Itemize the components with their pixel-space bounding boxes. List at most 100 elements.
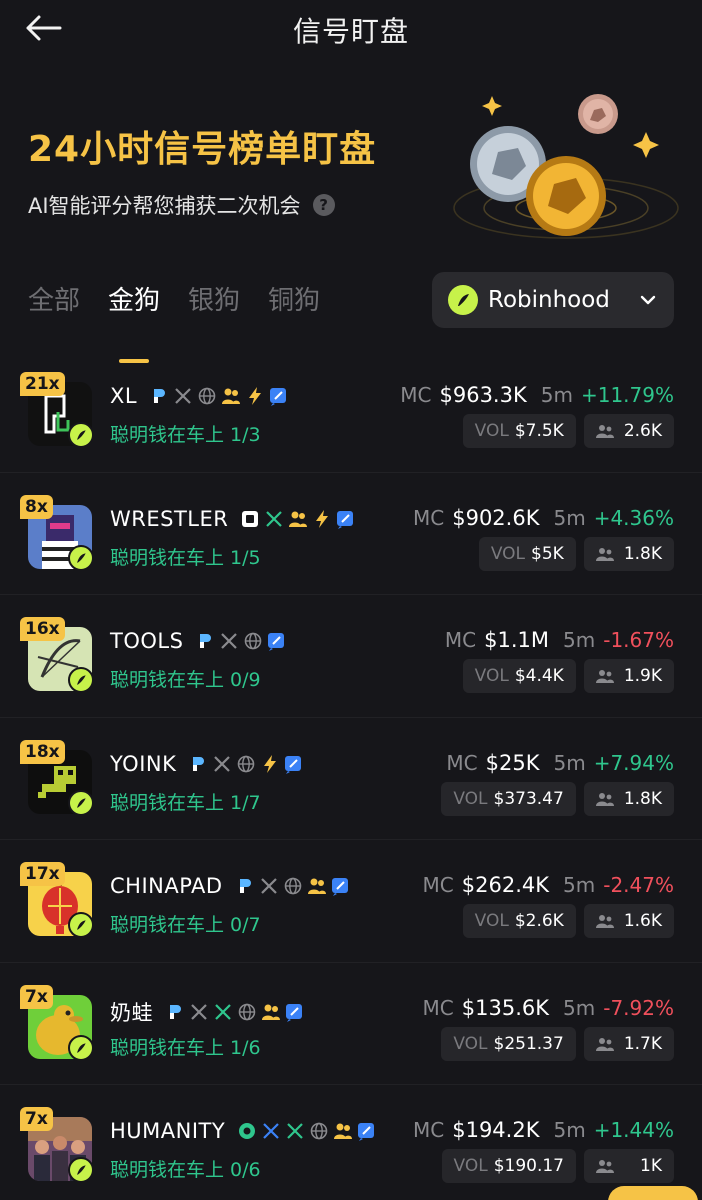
token-name: WRESTLER [110,506,229,531]
stats-line: VOL $251.37 1.7K [441,1026,674,1061]
time-window: 5m [553,505,586,530]
pump-icon[interactable] [188,754,208,774]
coins-illustration [440,88,702,248]
mc-label: MC [446,750,478,775]
token-name-line: YOINK [110,752,304,776]
hero-title: 24小时信号榜单盯盘 [28,129,377,170]
token-row[interactable]: 7x HUMANITY 聪明钱在车上 0/6 MC $194.2K 5m +1.… [0,1085,702,1200]
market-cap: $135.6K [461,995,550,1020]
stats-line: VOL $5K 1.8K [478,536,674,571]
edit-note-icon[interactable] [284,754,304,774]
token-row[interactable]: 17x CHINAPAD 聪明钱在车上 0/7 MC $262.4K 5m -2… [0,840,702,963]
x-twitter-icon[interactable] [219,631,239,651]
edit-note-icon[interactable] [357,1121,377,1141]
globe-icon[interactable] [237,1002,257,1022]
volume-value: $4.4K [514,666,564,686]
tab-all[interactable]: 全部 [28,280,80,333]
globe-icon[interactable] [283,876,303,896]
multiplier-badge: 21x [20,372,65,396]
market-cap: $262.4K [461,873,550,897]
smart-money-text: 聪明钱在车上 0/7 [110,914,261,936]
token-row[interactable]: 18x YOINK 聪明钱在车上 1/7 MC $25K 5m +7.94% V… [0,718,702,840]
smart-money-text: 聪明钱在车上 1/5 [110,546,261,569]
token-name: TOOLS [110,629,184,653]
mc-label: MC [400,383,432,407]
pump-icon[interactable] [165,1002,185,1022]
volume-value: $190.17 [493,1156,564,1176]
token-row[interactable]: 8x WRESTLER 聪明钱在车上 1/5 MC $902.6K 5m +4.… [0,473,702,595]
tab-silver-dog[interactable]: 银狗 [188,280,240,333]
tab-gold-dog[interactable]: 金狗 [108,280,160,333]
token-row[interactable]: 21x XL 聪明钱在车上 1/3 MC $963.3K 5m +11.79% … [0,350,702,473]
token-list: 21x XL 聪明钱在车上 1/3 MC $963.3K 5m +11.79% … [0,350,702,1200]
x-twitter-icon[interactable] [259,876,279,896]
token-avatar-wrap: 17x [20,862,96,938]
time-window: 5m [563,628,596,652]
globe-icon[interactable] [243,631,263,651]
vol-label: VOL [474,666,509,686]
x-twitter-icon[interactable] [264,509,284,529]
holders-group-icon [307,876,327,896]
x-twitter-icon[interactable] [189,1002,209,1022]
x-twitter-icon[interactable] [212,754,232,774]
price-change: -1.67% [603,628,674,652]
token-name-line: CHINAPAD [110,874,351,898]
holders-count: 1K [640,1156,662,1176]
token-name: CHINAPAD [110,874,223,898]
x-twitter-verified-icon[interactable] [213,1002,233,1022]
token-row[interactable]: 16x TOOLS 聪明钱在车上 0/9 MC $1.1M 5m -1.67% … [0,595,702,718]
token-avatar-wrap: 7x [20,1107,96,1183]
pump-icon[interactable] [235,876,255,896]
users-icon [596,1160,614,1173]
robinhood-chain-icon [68,1157,94,1183]
volume-box: VOL $4.4K [462,659,576,693]
users-icon [595,547,614,561]
pump-icon[interactable] [149,386,169,406]
price-change: +7.94% [593,750,674,775]
holders-count: 1.8K [623,543,662,564]
token-name-line: HUMANITY [110,1119,377,1143]
smart-money-text: 聪明钱在车上 1/7 [110,791,261,814]
holders-box: 1.8K [583,781,674,816]
launchpad-icon[interactable] [240,509,260,529]
globe-icon[interactable] [236,754,256,774]
robinhood-chain-icon [68,912,94,938]
token-avatar-wrap: 21x [20,372,96,448]
market-line: MC $25K 5m +7.94% [446,751,674,775]
holders-box: 1.6K [583,904,674,938]
green-circle-icon[interactable] [237,1121,257,1141]
robinhood-chain-icon [68,789,94,816]
chain-selector[interactable]: Robinhood [432,272,674,328]
edit-note-icon[interactable] [267,631,287,651]
globe-icon[interactable] [309,1121,329,1141]
edit-note-icon[interactable] [331,876,351,896]
edit-note-icon[interactable] [269,386,289,406]
robinhood-chain-icon [68,422,94,448]
token-row[interactable]: 7x 奶蛙 聪明钱在车上 1/6 MC $135.6K 5m -7.92% VO… [0,963,702,1085]
tab-bronze-dog[interactable]: 铜狗 [268,280,320,333]
market-line: MC $262.4K 5m -2.47% [423,873,674,897]
x-twitter-icon[interactable] [261,1121,281,1141]
x-twitter-icon[interactable] [173,386,193,406]
token-avatar-wrap: 8x [20,494,96,571]
help-icon[interactable]: ? [312,194,335,216]
globe-icon[interactable] [197,386,217,406]
chevron-down-icon [640,295,656,305]
vol-label: VOL [474,911,509,931]
mc-label: MC [422,995,454,1020]
page-title: 信号盯盘 [292,15,409,48]
token-name-line: 奶蛙 [110,997,305,1027]
volume-value: $251.37 [493,1033,564,1054]
edit-note-icon[interactable] [336,509,356,529]
edit-note-icon[interactable] [285,1002,305,1022]
volume-box: VOL $7.5K [462,414,576,448]
x-twitter-verified-icon[interactable] [285,1121,305,1141]
hero-subtitle-text: AI智能评分帮您捕获二次机会 [28,194,301,218]
mc-label: MC [412,1118,445,1142]
robinhood-chain-icon [68,667,94,693]
holders-box: 1.9K [583,659,674,693]
market-cap: $25K [485,750,540,775]
holders-group-icon [221,386,241,406]
floating-action-button[interactable] [608,1186,698,1200]
pump-icon[interactable] [195,631,215,651]
